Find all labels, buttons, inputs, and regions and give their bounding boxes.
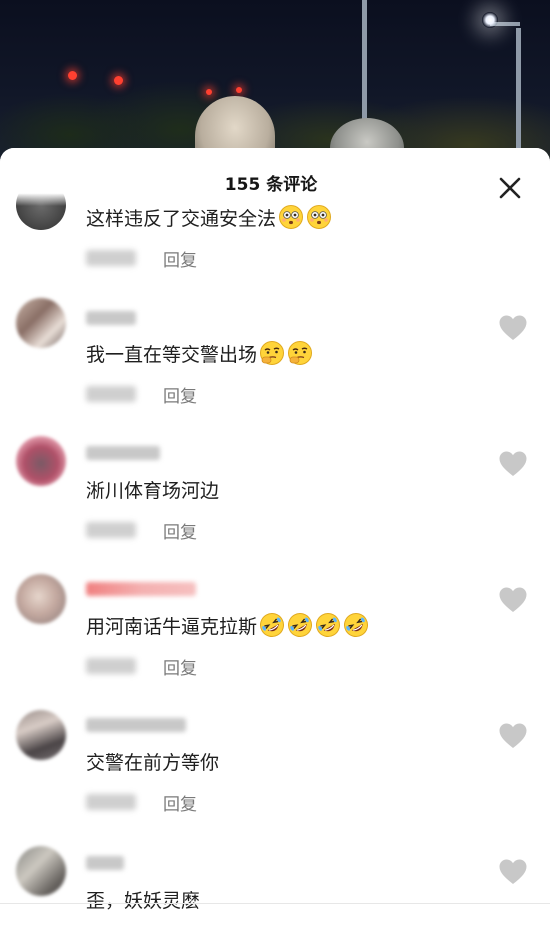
- heart-icon: [499, 451, 527, 476]
- street-light: [482, 12, 498, 28]
- comment-timestamp: [86, 658, 136, 674]
- sheet-title: 155 条评论: [224, 175, 318, 195]
- username[interactable]: [86, 446, 160, 460]
- reply-button[interactable]: 回复: [163, 518, 197, 543]
- comment-item: 歪，妖妖灵麽: [0, 824, 550, 925]
- flushed-emoji-icon: [278, 204, 304, 230]
- heart-icon: [499, 859, 527, 884]
- sheet-header: 155 条评论: [0, 148, 550, 206]
- heart-icon: [499, 723, 527, 748]
- comment-text-row: 这样违反了交通安全法: [86, 204, 332, 231]
- reply-button[interactable]: 回复: [163, 654, 197, 679]
- comment-text: 这样违反了交通安全法: [86, 208, 277, 230]
- username[interactable]: [86, 718, 186, 732]
- close-icon: [499, 177, 521, 199]
- distant-red-light: [114, 76, 123, 85]
- distant-red-light: [68, 71, 77, 80]
- avatar[interactable]: [16, 710, 66, 760]
- comment-text-row: 我一直在等交警出场: [86, 340, 313, 367]
- rolling-laughing-emoji-icon: [315, 612, 341, 638]
- distant-red-light: [206, 89, 212, 95]
- close-button[interactable]: [492, 170, 528, 206]
- thinking-emoji-icon: [259, 340, 285, 366]
- comment-text: 用河南话牛逼克拉斯: [86, 616, 258, 638]
- reply-button[interactable]: 回复: [163, 790, 197, 815]
- distant-red-light: [236, 87, 242, 93]
- comment-text: 我一直在等交警出场: [86, 344, 258, 366]
- comment-text: 交警在前方等你: [86, 752, 220, 774]
- avatar[interactable]: [16, 436, 66, 486]
- comment-sheet: 这样违反了交通安全法 回复 我一直在等交警出场 回复 淅川体育场河边 回复 用河…: [0, 148, 550, 925]
- like-button[interactable]: [498, 586, 528, 614]
- like-button[interactable]: [498, 858, 528, 886]
- heart-icon: [499, 315, 527, 340]
- avatar[interactable]: [16, 846, 66, 896]
- comment-text: 淅川体育场河边: [86, 480, 220, 502]
- comment-item: 用河南话牛逼克拉斯 回复: [0, 552, 550, 688]
- comment-item: 淅川体育场河边 回复: [0, 416, 550, 552]
- username[interactable]: [86, 582, 196, 596]
- avatar[interactable]: [16, 574, 66, 624]
- rolling-laughing-emoji-icon: [287, 612, 313, 638]
- comment-timestamp: [86, 794, 136, 810]
- reply-button[interactable]: 回复: [163, 382, 197, 407]
- comment-timestamp: [86, 386, 136, 402]
- comment-text-row: 用河南话牛逼克拉斯: [86, 612, 369, 639]
- heart-icon: [499, 587, 527, 612]
- comment-list[interactable]: 这样违反了交通安全法 回复 我一直在等交警出场 回复 淅川体育场河边 回复 用河…: [0, 148, 550, 925]
- like-button[interactable]: [498, 314, 528, 342]
- divider: [0, 903, 550, 904]
- comment-item: 交警在前方等你 回复: [0, 688, 550, 824]
- rolling-laughing-emoji-icon: [343, 612, 369, 638]
- video-background[interactable]: [0, 0, 550, 170]
- username[interactable]: [86, 856, 124, 870]
- like-button[interactable]: [498, 722, 528, 750]
- avatar[interactable]: [16, 298, 66, 348]
- username[interactable]: [86, 311, 136, 325]
- like-button[interactable]: [498, 450, 528, 478]
- app-root: 这样违反了交通安全法 回复 我一直在等交警出场 回复 淅川体育场河边 回复 用河…: [0, 0, 550, 925]
- rolling-laughing-emoji-icon: [259, 612, 285, 638]
- comment-text: 歪，妖妖灵麽: [86, 890, 201, 912]
- flushed-emoji-icon: [306, 204, 332, 230]
- reply-button[interactable]: 回复: [163, 246, 197, 271]
- thinking-emoji-icon: [287, 340, 313, 366]
- comment-timestamp: [86, 250, 136, 266]
- comment-timestamp: [86, 522, 136, 538]
- comment-item: 我一直在等交警出场 回复: [0, 280, 550, 416]
- street-pole: [516, 28, 521, 153]
